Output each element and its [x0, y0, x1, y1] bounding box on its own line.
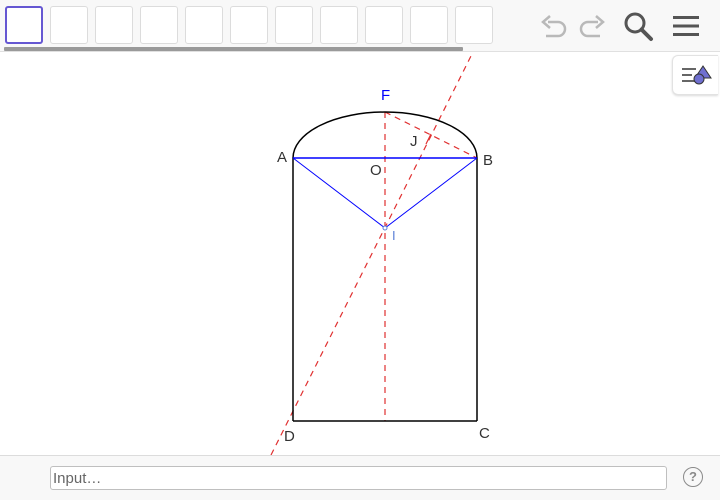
label-A: A	[277, 149, 288, 166]
graphics-view[interactable]	[0, 52, 720, 455]
tool-slot-8[interactable]	[320, 6, 358, 44]
label-I: I	[392, 228, 396, 243]
tool-slot-4[interactable]	[140, 6, 178, 44]
segment-BI	[384, 157, 478, 229]
tool-slot-5[interactable]	[185, 6, 223, 44]
tool-slot-1[interactable]	[5, 6, 43, 44]
input-bar: ?	[0, 455, 720, 500]
construction-canvas	[270, 55, 478, 455]
menu-icon[interactable]	[670, 10, 702, 42]
toolbar	[0, 0, 720, 52]
label-B: B	[483, 152, 494, 169]
tool-slot-9[interactable]	[365, 6, 403, 44]
right-angle-tick	[425, 133, 432, 145]
tool-slot-2[interactable]	[50, 6, 88, 44]
algebra-input-field[interactable]	[50, 466, 667, 490]
toolbar-scrollbar[interactable]	[4, 47, 463, 51]
redo-icon[interactable]	[576, 10, 608, 42]
dashed-line-diagonal	[270, 55, 472, 455]
tool-slot-7[interactable]	[275, 6, 313, 44]
label-D: D	[284, 428, 295, 445]
undo-icon[interactable]	[538, 10, 570, 42]
tool-slot-10[interactable]	[410, 6, 448, 44]
tool-slot-3[interactable]	[95, 6, 133, 44]
point-I	[382, 225, 388, 231]
help-icon[interactable]: ?	[683, 467, 703, 487]
tool-slot-6[interactable]	[230, 6, 268, 44]
label-C: C	[479, 425, 490, 442]
tool-slot-11[interactable]	[455, 6, 493, 44]
search-icon[interactable]	[622, 10, 654, 42]
label-O: O	[370, 162, 382, 179]
label-J: J	[410, 133, 418, 150]
label-F: F	[381, 87, 391, 104]
